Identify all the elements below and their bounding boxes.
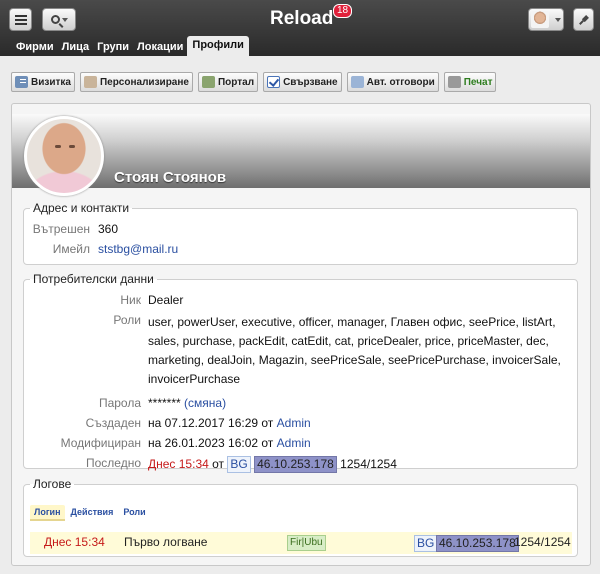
roles-value: user, powerUser, executive, officer, man… bbox=[148, 313, 561, 389]
avatar-face bbox=[55, 145, 61, 148]
tab-groups[interactable]: Групи bbox=[93, 39, 133, 56]
internal-label: Вътрешен bbox=[32, 222, 90, 236]
created-label: Създаден bbox=[85, 416, 141, 430]
tab-locations[interactable]: Локации bbox=[133, 39, 187, 56]
tab-actions[interactable]: Действия bbox=[67, 505, 118, 521]
search-button[interactable] bbox=[42, 8, 76, 31]
top-bar: Reload 18 Фирми Лица Групи Локации Профи… bbox=[0, 0, 600, 56]
avatar bbox=[531, 11, 549, 28]
log-event: Първо логване bbox=[124, 535, 208, 549]
created-by-link[interactable]: Admin bbox=[277, 416, 311, 430]
personalize-button[interactable]: Персонализиране bbox=[79, 72, 193, 92]
chevron-down-icon bbox=[555, 17, 561, 22]
password-mask: ******* bbox=[148, 396, 181, 410]
hamburger-icon bbox=[14, 14, 27, 25]
country-badge[interactable]: BG bbox=[414, 535, 438, 552]
roles-line: marketing, dealJoin, Magazin, seePriceSa… bbox=[148, 353, 561, 367]
created-date: на 07.12.2017 16:29 от bbox=[148, 416, 274, 430]
print-button[interactable]: Печат bbox=[443, 72, 497, 92]
table-row: Днес 15:34 Първо логване Fir|Ubu BG 46.1… bbox=[30, 532, 572, 554]
user-data-section: Потребителски данни Ник Dealer Роли user… bbox=[23, 272, 578, 473]
change-password-link[interactable]: (смяна) bbox=[184, 396, 226, 410]
app-title[interactable]: Reload bbox=[270, 8, 333, 30]
modified-label: Модифициран bbox=[60, 436, 141, 450]
person-edit-icon bbox=[83, 76, 97, 88]
roles-line: sales, purchase, packEdit, catEdit, cat,… bbox=[148, 334, 549, 348]
portal-icon bbox=[201, 76, 215, 88]
tab-profiles[interactable]: Профили bbox=[187, 36, 249, 56]
user-data-legend: Потребителски данни bbox=[33, 272, 154, 286]
os-badge[interactable]: Fir|Ubu bbox=[287, 535, 326, 551]
auto-reply-icon bbox=[350, 76, 364, 88]
contacts-legend: Адрес и контакти bbox=[33, 201, 130, 215]
contacts-section: Адрес и контакти Вътрешен 360 Имейл stst… bbox=[23, 201, 578, 265]
screen-resolution: 1254/1254 bbox=[340, 457, 397, 471]
pin-icon bbox=[576, 12, 590, 26]
tab-roles[interactable]: Роли bbox=[119, 505, 149, 521]
tab-firms[interactable]: Фирми bbox=[12, 39, 58, 56]
modified-value: на 26.01.2023 16:02 от Admin bbox=[148, 436, 311, 450]
user-menu-button[interactable] bbox=[528, 8, 564, 31]
nick-value: Dealer bbox=[148, 293, 184, 307]
last-login-time: Днес 15:34 bbox=[148, 457, 209, 471]
search-icon bbox=[50, 15, 60, 24]
auto-reply-button[interactable]: Авт. отговори bbox=[346, 72, 439, 92]
modified-by-link[interactable]: Admin bbox=[277, 436, 311, 450]
tab-login[interactable]: Логин bbox=[30, 505, 65, 521]
roles-line: invoicerPurchase bbox=[148, 372, 241, 386]
screen-resolution: 1254/1254 bbox=[514, 535, 571, 549]
created-value: на 07.12.2017 16:29 от Admin bbox=[148, 416, 311, 430]
email-label: Имейл bbox=[52, 242, 90, 256]
menu-button[interactable] bbox=[9, 8, 32, 31]
checkbox-icon bbox=[267, 76, 281, 88]
log-tabs: Логин Действия Роли bbox=[30, 505, 150, 521]
nick-label: Ник bbox=[120, 293, 141, 307]
vcard-icon bbox=[15, 76, 28, 88]
modified-date: на 26.01.2023 16:02 от bbox=[148, 436, 274, 450]
ip-address[interactable]: 46.10.253.178 bbox=[436, 535, 519, 552]
logs-section: Логове Логин Действия Роли Днес 15:34 Пъ… bbox=[23, 477, 578, 557]
last-login-label: Последно bbox=[85, 456, 141, 470]
log-time: Днес 15:34 bbox=[44, 535, 105, 549]
tab-persons[interactable]: Лица bbox=[58, 39, 94, 56]
action-toolbar: Визитка Персонализиране Портал Свързване… bbox=[11, 72, 497, 92]
printer-icon bbox=[447, 76, 461, 88]
roles-label: Роли bbox=[113, 313, 141, 327]
vcard-button[interactable]: Визитка bbox=[11, 72, 75, 92]
email-link[interactable]: ststbg@mail.ru bbox=[98, 242, 178, 256]
chevron-down-icon bbox=[61, 17, 68, 22]
password-label: Парола bbox=[98, 396, 141, 410]
main-tabs: Фирми Лица Групи Локации Профили bbox=[12, 36, 249, 56]
profile-panel: Стоян Стоянов Адрес и контакти Вътрешен … bbox=[11, 103, 591, 566]
roles-line: user, powerUser, executive, officer, man… bbox=[148, 315, 556, 329]
profile-name: Стоян Стоянов bbox=[114, 169, 227, 186]
portal-button[interactable]: Портал bbox=[197, 72, 259, 92]
pin-button[interactable] bbox=[573, 8, 594, 31]
country-badge[interactable]: BG bbox=[227, 456, 251, 473]
ip-address[interactable]: 46.10.253.178 bbox=[254, 456, 337, 473]
last-login-from: от bbox=[212, 457, 225, 471]
notification-badge[interactable]: 18 bbox=[333, 4, 353, 18]
last-login-value: Днес 15:34 от BG 46.10.253.178 1254/1254 bbox=[148, 456, 397, 473]
link-button[interactable]: Свързване bbox=[263, 72, 342, 92]
avatar bbox=[24, 116, 104, 196]
logs-legend: Логове bbox=[33, 477, 72, 491]
internal-value: 360 bbox=[98, 222, 119, 236]
password-value: ******* (смяна) bbox=[148, 396, 226, 410]
